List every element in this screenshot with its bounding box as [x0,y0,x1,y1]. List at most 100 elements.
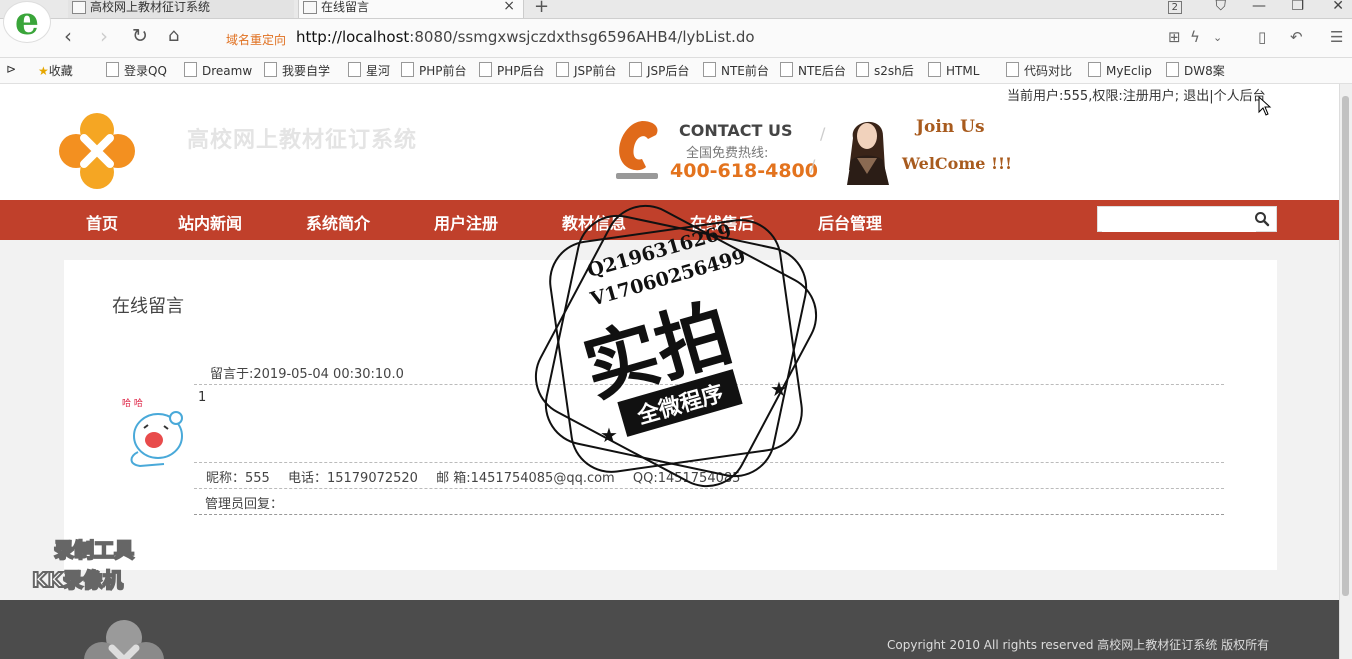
tab-textbook-system[interactable]: 高校网上教材征订系统 [68,0,294,18]
mouse-cursor-icon [1258,96,1272,116]
bookmark-item[interactable]: 我要自学 [264,62,330,79]
hotline-number: 400-618-4800 [670,160,818,182]
copyright-text: Copyright 2010 All rights reserved 高校网上教… [887,638,1270,652]
search-input[interactable] [1102,208,1256,232]
scrollbar-thumb[interactable] [1342,96,1349,596]
bookmark-icon [1088,62,1101,77]
refresh-icon[interactable]: ↻ [132,25,148,47]
bookmark-icon [1006,62,1019,77]
menu-admin[interactable]: 后台管理 [818,210,882,234]
menu-home[interactable]: 首页 [86,210,118,234]
back-icon[interactable]: ‹ [64,24,72,48]
search-icon[interactable] [1254,211,1270,227]
menu-icon[interactable]: ☰ [1330,28,1343,46]
page-title: 在线留言 [112,296,184,317]
svg-text:哈 哈: 哈 哈 [122,397,143,409]
bookmark-item[interactable]: NTE后台 [780,62,846,79]
undo-icon[interactable]: ↶ [1290,28,1303,46]
menu-system-intro[interactable]: 系统简介 [306,210,370,234]
bookmark-item[interactable]: DW8案 [1166,62,1225,79]
divider [194,488,1224,489]
reader-icon[interactable]: ▯ [1258,28,1266,46]
nickname: 昵称：555 [206,471,270,486]
join-us-text: Join Us [916,117,985,137]
chevron-down-icon[interactable]: ⌄ [1213,31,1222,44]
bookmark-item[interactable]: ★收藏 [38,62,73,79]
bookmark-item[interactable]: 登录QQ [106,62,167,79]
page-favicon-icon [72,1,86,14]
recorder-watermark-line1: 录制工具 [53,537,135,563]
bookmark-item[interactable]: HTML [928,62,979,78]
site-title: 高校网上教材征订系统 [187,128,418,153]
bookmark-icon [479,62,492,77]
close-tab-icon[interactable]: × [503,0,515,13]
bookmark-item[interactable]: MyEclip [1088,62,1152,78]
bookmark-icon [401,62,414,77]
bookmark-item[interactable]: JSP后台 [629,62,689,79]
bookmark-icon [780,62,793,77]
bookmark-icon [264,62,277,77]
recorder-watermark-line2: KK录像机 [31,567,124,593]
divider [194,462,1224,463]
menu-site-news[interactable]: 站内新闻 [178,210,242,234]
menu-textbook-info[interactable]: 教材信息 [562,210,626,234]
bookmark-icon [556,62,569,77]
bookmark-icon [348,62,361,77]
bookmark-icon [928,62,941,77]
minimize-icon[interactable]: — [1252,0,1266,14]
bookmark-icon [703,62,716,77]
tab-online-message[interactable]: 在线留言 × [298,0,524,18]
bookmark-icon [184,62,197,77]
site-logo-icon [59,113,135,189]
welcome-text: WelCome !!! [902,154,1013,173]
bookmark-item[interactable]: 星河 [348,62,390,79]
message-panel: 在线留言 留言于:2019-05-04 00:30:10.0 1 哈 哈 昵称：… [64,260,1277,570]
bookmark-icon [1166,62,1179,77]
browser-tab-strip: 高校网上教材征订系统 在线留言 × + 2 ⛉ — ❐ ✕ [0,0,1352,19]
new-tab-icon[interactable]: + [534,0,549,17]
telephone-icon [616,121,658,179]
divider [194,514,1224,515]
menu-after-sales[interactable]: 在线售后 [690,210,754,234]
email: 邮 箱:1451754085@qq.com [436,471,615,486]
page-scrollbar[interactable] [1339,84,1352,659]
site-search [1097,206,1277,232]
bookmark-item[interactable]: Dreamw [184,62,252,78]
bookmark-item[interactable]: s2sh后 [856,62,914,79]
sidebar-toggle-icon[interactable]: ⊳ [6,62,16,76]
browser-logo-icon[interactable]: e [4,2,50,42]
bookmarks-bar: ⊳ ★收藏 登录QQ Dreamw 我要自学 星河 PHP前台 PHP后台 JS… [0,58,1352,84]
forward-icon[interactable]: › [100,24,108,48]
menu-user-register[interactable]: 用户注册 [434,210,498,234]
bookmark-item[interactable]: PHP后台 [479,62,545,79]
url-field[interactable]: http://localhost:8080/ssmgxwsjczdxthsg65… [296,28,755,46]
tab-count-badge[interactable]: 2 [1167,1,1182,14]
message-meta: 昵称：555 电话：15179072520 邮 箱:1451754085@qq.… [206,467,754,486]
woman-photo [843,110,891,185]
divider: / [810,156,816,175]
bookmark-item[interactable]: JSP前台 [556,62,616,79]
home-icon[interactable]: ⌂ [168,25,179,46]
current-user-info[interactable]: 当前用户:555,权限:注册用户; 退出|个人后台 [1007,85,1266,104]
restore-icon[interactable]: ❐ [1291,0,1304,14]
close-window-icon[interactable]: ✕ [1332,0,1344,14]
bookmark-item[interactable]: 代码对比 [1006,62,1072,79]
bookmark-item[interactable]: PHP前台 [401,62,467,79]
contact-title: CONTACT US [679,121,793,140]
bookmark-icon [629,62,642,77]
lightning-icon[interactable]: ϟ [1190,28,1200,46]
tab-label: 高校网上教材征订系统 [90,0,211,14]
main-menu: 首页 站内新闻 系统简介 用户注册 教材信息 在线售后 后台管理 [0,200,1340,240]
contact-subtitle: 全国免费热线: [686,146,769,161]
bookmark-icon [106,62,119,77]
message-time: 留言于:2019-05-04 00:30:10.0 [210,367,404,382]
grid-icon[interactable]: ⊞ [1168,28,1181,46]
site-footer: Copyright 2010 All rights reserved 高校网上教… [0,600,1340,659]
message-body: 1 [198,390,207,405]
page-favicon-icon [303,1,317,14]
admin-reply: 管理员回复： [205,497,284,512]
qq: QQ:1451754085 [632,471,741,486]
site-header: 当前用户:555,权限:注册用户; 退出|个人后台 高校网上教材征订系统 CON… [0,84,1340,200]
shirt-icon[interactable]: ⛉ [1216,0,1227,14]
bookmark-item[interactable]: NTE前台 [703,62,769,79]
